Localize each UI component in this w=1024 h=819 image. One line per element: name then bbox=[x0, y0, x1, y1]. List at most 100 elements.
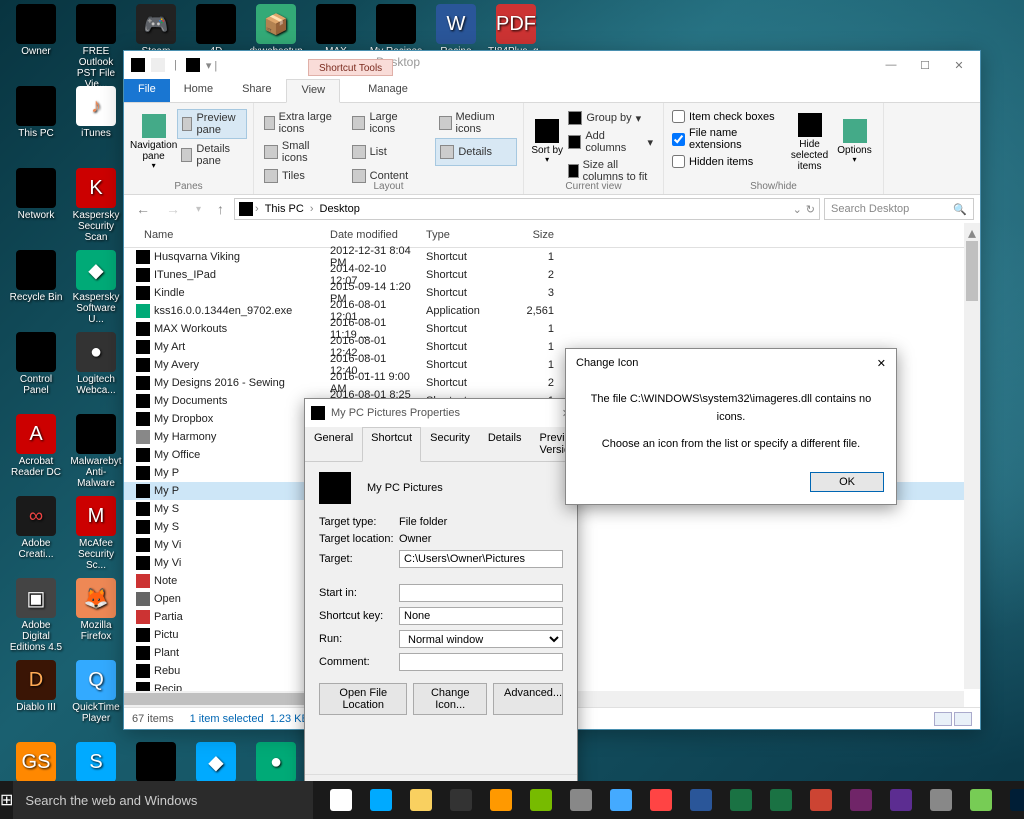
taskbar-app-explorer[interactable] bbox=[401, 781, 441, 819]
address-dropdown-icon[interactable]: ⌄ bbox=[793, 203, 802, 216]
col-name[interactable]: Name bbox=[124, 227, 324, 243]
properties-tab[interactable]: Details bbox=[479, 427, 531, 461]
taskbar-app-pp[interactable] bbox=[801, 781, 841, 819]
sort-by-button[interactable]: Sort by▾ bbox=[530, 107, 564, 177]
taskbar-app-ot[interactable] bbox=[641, 781, 681, 819]
hidden-items-toggle[interactable]: Hidden items bbox=[670, 154, 787, 169]
desktop-icon[interactable]: ●Logitech Webca... bbox=[68, 332, 124, 396]
add-columns-button[interactable]: Add columns▾ bbox=[564, 128, 657, 156]
taskbar-app-xg[interactable] bbox=[761, 781, 801, 819]
desktop-icon[interactable]: ∞Adobe Creati... bbox=[8, 496, 64, 560]
extra-large-icons-button[interactable]: Extra large icons bbox=[260, 109, 342, 137]
details-view-icon[interactable] bbox=[934, 712, 952, 726]
file-row[interactable]: MAX Workouts2016-08-01 11:19 ...Shortcut… bbox=[124, 320, 980, 338]
file-row[interactable]: Husqvarna Viking2012-12-31 8:04 PMShortc… bbox=[124, 248, 980, 266]
run-select[interactable]: Normal window bbox=[399, 630, 563, 648]
search-box[interactable]: Search Desktop 🔍 bbox=[824, 198, 974, 220]
up-button[interactable]: ↑ bbox=[211, 201, 230, 217]
desktop-icon[interactable]: This PC bbox=[8, 86, 64, 139]
properties-tab[interactable]: General bbox=[305, 427, 362, 461]
col-date[interactable]: Date modified bbox=[324, 227, 420, 243]
options-button[interactable]: Options▾ bbox=[832, 107, 877, 177]
file-row[interactable]: Kindle2015-09-14 1:20 PMShortcut3 bbox=[124, 284, 980, 302]
minimize-button[interactable]: — bbox=[874, 54, 908, 76]
file-row[interactable]: ITunes_IPad2014-02-10 12:07 ...Shortcut2 bbox=[124, 266, 980, 284]
item-checkboxes-toggle[interactable]: Item check boxes bbox=[670, 109, 787, 124]
desktop-icon[interactable]: AAcrobat Reader DC bbox=[8, 414, 64, 478]
desktop-icon[interactable]: KKaspersky Security Scan bbox=[68, 168, 124, 243]
scrollbar-thumb[interactable] bbox=[966, 241, 978, 301]
advanced-button[interactable]: Advanced... bbox=[493, 683, 563, 715]
desktop-icon[interactable]: Owner bbox=[8, 4, 64, 57]
hide-selected-button[interactable]: Hide selected items bbox=[787, 107, 832, 177]
desktop-icon[interactable]: ▣Adobe Digital Editions 4.5 bbox=[8, 578, 64, 653]
small-icons-button[interactable]: Small icons bbox=[260, 138, 342, 166]
desktop-icon[interactable]: Malwarebyt Anti-Malware bbox=[68, 414, 124, 489]
desktop-icon[interactable]: MMcAfee Security Sc... bbox=[68, 496, 124, 571]
close-button[interactable]: ✕ bbox=[942, 54, 976, 76]
desktop-icon[interactable]: FREE Outlook PST File Vie... bbox=[68, 4, 124, 90]
ok-button[interactable]: OK bbox=[810, 472, 884, 492]
file-extensions-toggle[interactable]: File name extensions bbox=[670, 126, 787, 152]
navigation-pane-button[interactable]: Navigation pane▾ bbox=[130, 107, 177, 177]
taskbar-app-wd[interactable] bbox=[681, 781, 721, 819]
desktop-icon[interactable]: QQuickTime Player bbox=[68, 660, 124, 724]
maximize-button[interactable]: ☐ bbox=[908, 54, 942, 76]
taskbar-app-on[interactable] bbox=[841, 781, 881, 819]
close-icon[interactable]: ✕ bbox=[877, 357, 886, 370]
desktop-icon[interactable]: ◆Kaspersky Software U... bbox=[68, 250, 124, 325]
tab-manage[interactable]: Manage bbox=[354, 79, 423, 102]
desktop-icon[interactable]: DDiablo III bbox=[8, 660, 64, 713]
dialog-titlebar[interactable]: Change Icon ✕ bbox=[566, 349, 896, 377]
shortcutkey-input[interactable] bbox=[399, 607, 563, 625]
qat-icon[interactable] bbox=[186, 58, 200, 72]
address-bar[interactable]: › This PC › Desktop ⌄↻ bbox=[234, 198, 820, 220]
thumbnails-view-icon[interactable] bbox=[954, 712, 972, 726]
desktop-icon[interactable]: Control Panel bbox=[8, 332, 64, 396]
open-file-location-button[interactable]: Open File Location bbox=[319, 683, 407, 715]
col-size[interactable]: Size bbox=[510, 227, 560, 243]
comment-input[interactable] bbox=[399, 653, 563, 671]
taskbar-app-pr[interactable] bbox=[561, 781, 601, 819]
large-icons-button[interactable]: Large icons bbox=[348, 109, 430, 137]
taskbar-app-ps[interactable] bbox=[1001, 781, 1024, 819]
forward-button[interactable]: → bbox=[160, 201, 186, 217]
taskbar-app-task-view[interactable] bbox=[321, 781, 361, 819]
tab-view[interactable]: View bbox=[286, 79, 340, 103]
taskbar-app-kb[interactable] bbox=[921, 781, 961, 819]
col-type[interactable]: Type bbox=[420, 227, 510, 243]
desktop-icon[interactable]: 🦊Mozilla Firefox bbox=[68, 578, 124, 642]
taskbar-app-nv[interactable] bbox=[521, 781, 561, 819]
group-by-button[interactable]: Group by▾ bbox=[564, 109, 657, 127]
taskbar-app-ch[interactable] bbox=[601, 781, 641, 819]
desktop-icon[interactable]: Network bbox=[8, 168, 64, 221]
properties-tab[interactable]: Shortcut bbox=[362, 427, 421, 462]
tab-file[interactable]: File bbox=[124, 79, 170, 102]
refresh-icon[interactable]: ↻ bbox=[806, 203, 815, 216]
taskbar-app-amazon[interactable] bbox=[481, 781, 521, 819]
details-pane-button[interactable]: Details pane bbox=[177, 141, 247, 169]
details-button[interactable]: Details bbox=[435, 138, 517, 166]
qat-icon[interactable] bbox=[151, 58, 165, 72]
explorer-titlebar[interactable]: | ▾ | Desktop — ☐ ✕ bbox=[124, 51, 980, 79]
list-button[interactable]: List bbox=[348, 138, 430, 166]
desktop-icon[interactable]: ♪iTunes bbox=[68, 86, 124, 139]
properties-titlebar[interactable]: My PC Pictures Properties ✕ bbox=[305, 399, 577, 427]
taskbar-app-vs[interactable] bbox=[881, 781, 921, 819]
vertical-scrollbar[interactable]: ▴ bbox=[964, 223, 980, 689]
history-dropdown[interactable]: ▾ bbox=[190, 204, 207, 215]
target-input[interactable] bbox=[399, 550, 563, 568]
taskbar-search[interactable]: Search the web and Windows bbox=[13, 781, 313, 819]
tab-home[interactable]: Home bbox=[170, 79, 228, 102]
medium-icons-button[interactable]: Medium icons bbox=[435, 109, 517, 137]
desktop-icon[interactable]: Recycle Bin bbox=[8, 250, 64, 303]
preview-pane-button[interactable]: Preview pane bbox=[177, 109, 247, 139]
back-button[interactable]: ← bbox=[130, 201, 156, 217]
properties-tab[interactable]: Security bbox=[421, 427, 479, 461]
startin-input[interactable] bbox=[399, 584, 563, 602]
taskbar-app-sai[interactable] bbox=[961, 781, 1001, 819]
change-icon-button[interactable]: Change Icon... bbox=[413, 683, 487, 715]
taskbar-app-edge[interactable] bbox=[361, 781, 401, 819]
file-row[interactable]: kss16.0.0.1344en_9702.exe2016-08-01 12:0… bbox=[124, 302, 980, 320]
taskbar-app-store[interactable] bbox=[441, 781, 481, 819]
